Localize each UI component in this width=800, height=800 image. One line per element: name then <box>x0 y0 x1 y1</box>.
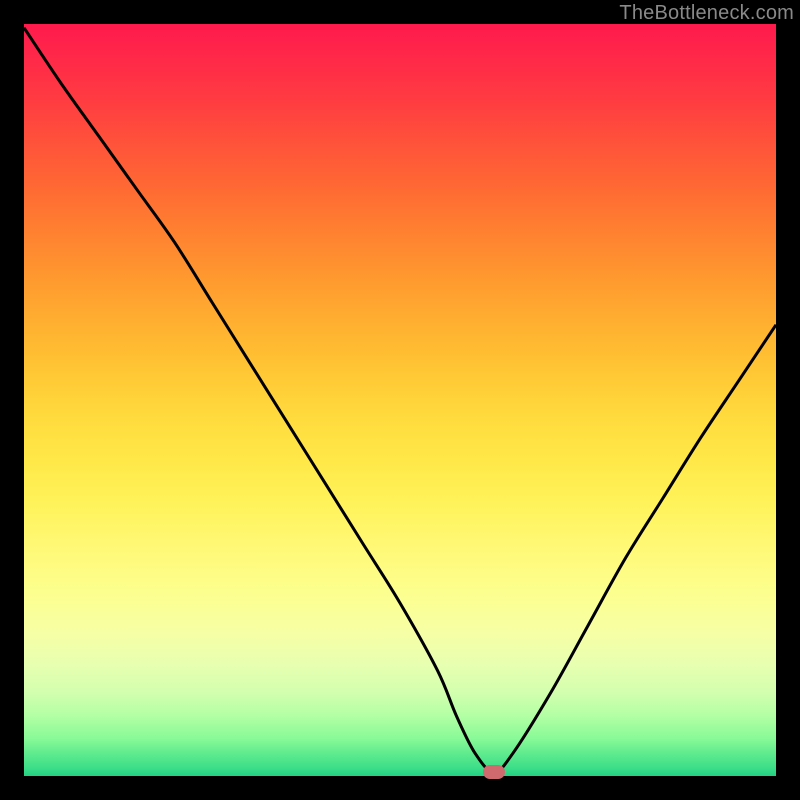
bottleneck-curve <box>24 24 776 776</box>
optimal-point-marker <box>483 765 505 779</box>
watermark-text: TheBottleneck.com <box>619 2 794 25</box>
plot-area <box>24 24 776 776</box>
chart-container: TheBottleneck.com <box>0 0 800 800</box>
